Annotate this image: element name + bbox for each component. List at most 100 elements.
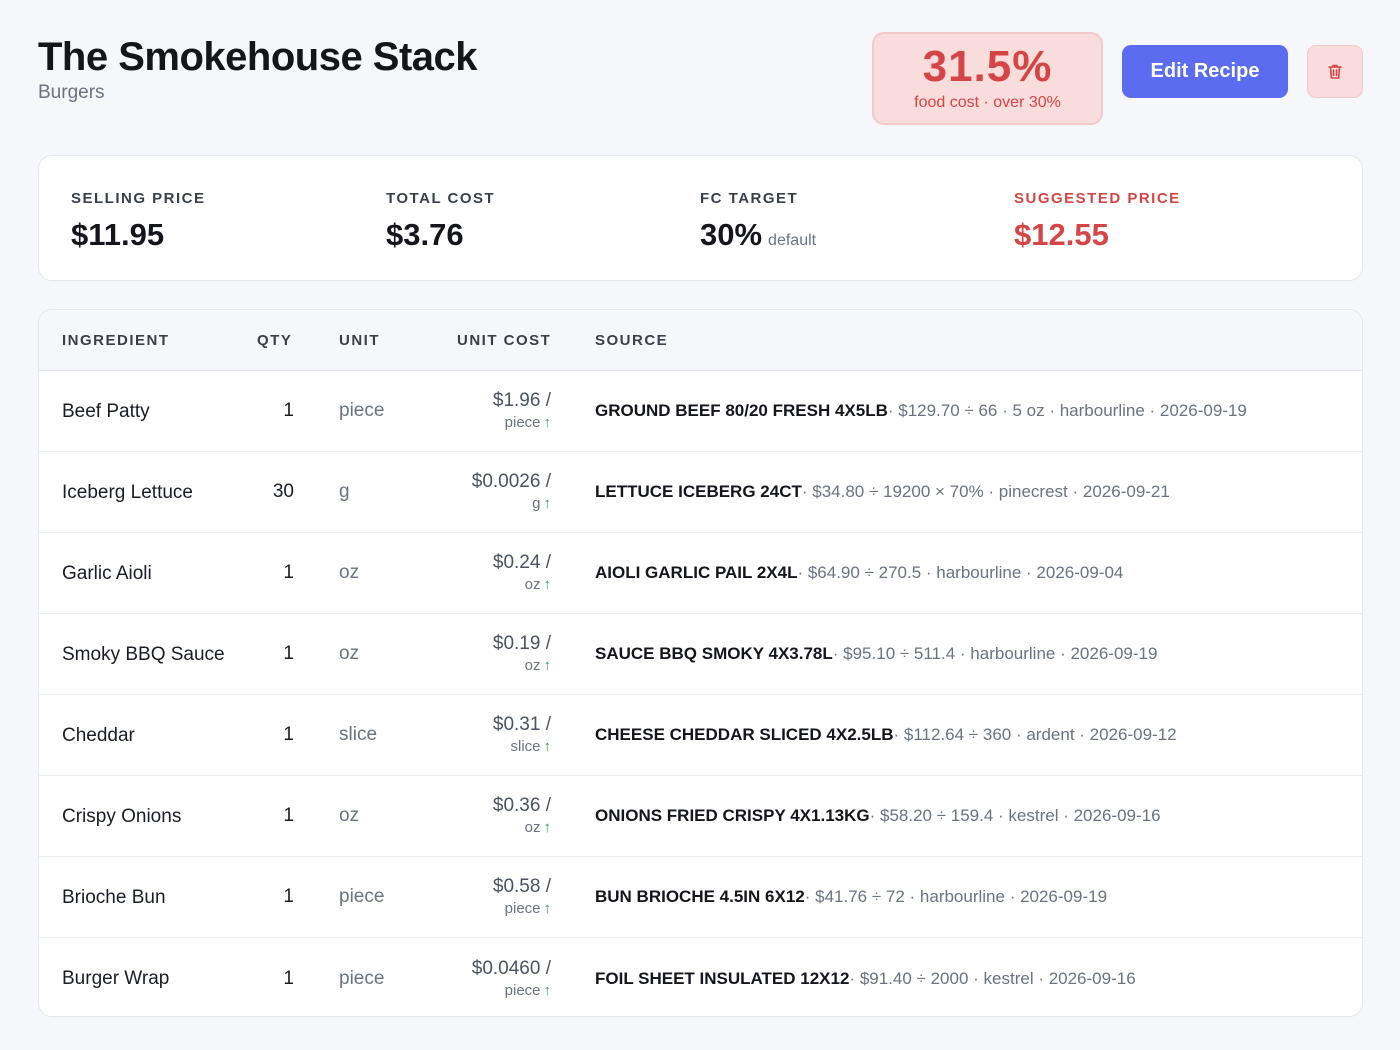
ingredient-source: FOIL SHEET INSULATED 12X12 · $91.40 ÷ 20… [595, 938, 1136, 1016]
recipe-header: The Smokehouse Stack Burgers [38, 34, 478, 104]
source-detail: · $129.70 ÷ 66 · 5 oz · harbourline · 20… [887, 401, 1247, 420]
unit-cost-value: $0.58 / [492, 876, 551, 897]
col-unit-cost: UNIT COST [457, 332, 552, 349]
col-source: SOURCE [595, 332, 669, 349]
table-row[interactable]: Brioche Bun 1 piece $0.58 /piece ↑ BUN BRIOCH… [39, 857, 1362, 938]
unit-cost-unit: slice [510, 738, 541, 755]
unit-cost: $0.0026 /g ↑ [419, 452, 551, 532]
suggested-price-value: $12.55 [1014, 217, 1109, 252]
trend-up-icon: ↑ [543, 738, 552, 755]
ingredient-qty: 1 [283, 724, 294, 745]
ingredient-name: Cheddar [62, 724, 135, 746]
table-row[interactable]: Cheddar 1 slice $0.31 /slice ↑ CHEESE CHEDDAR… [39, 695, 1362, 776]
unit-cost: $0.19 /oz ↑ [419, 614, 551, 694]
ingredient-source: CHEESE CHEDDAR SLICED 4X2.5LB · $112.64 … [595, 695, 1177, 775]
food-cost-value: 31.5% [922, 42, 1053, 91]
fc-target-label: FC TARGET [700, 190, 799, 207]
trend-up-icon: ↑ [543, 981, 552, 999]
fc-target-note: default [768, 232, 817, 249]
unit-cost-value: $0.24 / [492, 552, 551, 573]
ingredient-qty: 1 [283, 400, 294, 421]
unit-cost-unit-wrap: slice ↑ [510, 737, 551, 757]
ingredient-qty: 30 [272, 481, 294, 502]
unit-cost-unit-wrap: g ↑ [532, 494, 551, 514]
ingredient-source: SAUCE BBQ SMOKY 4X3.78L · $95.10 ÷ 511.4… [595, 614, 1157, 694]
table-row[interactable]: Garlic Aioli 1 oz $0.24 /oz ↑ AIOLI GARLIC PA… [39, 533, 1362, 614]
ingredient-unit: g [339, 481, 350, 502]
trend-up-icon: ↑ [543, 414, 552, 431]
fc-target-stat: FC TARGET 30% default [700, 190, 816, 259]
table-row[interactable]: Beef Patty 1 piece $1.96 /piece ↑ GROUND BEEF… [39, 371, 1362, 452]
source-product: SAUCE BBQ SMOKY 4X3.78L [595, 644, 833, 663]
fc-target-value: 30% [700, 217, 763, 252]
source-detail: · $41.76 ÷ 72 · harbourline · 2026-09-19 [804, 887, 1108, 906]
trend-up-icon: ↑ [543, 495, 552, 512]
unit-cost-unit: oz [524, 819, 541, 836]
selling-price-stat: SELLING PRICE $11.95 [71, 190, 206, 253]
total-cost-label: TOTAL COST [386, 190, 496, 207]
source-detail: · $112.64 ÷ 360 · ardent · 2026-09-12 [893, 725, 1177, 744]
food-cost-label: food cost · over 30% [914, 94, 1061, 111]
unit-cost-unit: oz [524, 576, 541, 593]
ingredient-unit: oz [339, 805, 360, 826]
unit-cost-unit-wrap: oz ↑ [525, 656, 551, 676]
ingredient-source: GROUND BEEF 80/20 FRESH 4X5LB · $129.70 … [595, 371, 1247, 451]
source-product: AIOLI GARLIC PAIL 2X4L [595, 563, 798, 582]
ingredient-name: Beef Patty [62, 400, 150, 422]
ingredient-name: Iceberg Lettuce [62, 481, 193, 503]
source-product: FOIL SHEET INSULATED 12X12 [595, 968, 850, 988]
ingredient-name: Crispy Onions [62, 805, 182, 827]
ingredient-source: ONIONS FRIED CRISPY 4X1.13KG · $58.20 ÷ … [595, 776, 1161, 856]
unit-cost: $1.96 /piece ↑ [419, 371, 551, 451]
unit-cost-unit-wrap: oz ↑ [525, 818, 551, 838]
table-row[interactable]: Iceberg Lettuce 30 g $0.0026 /g ↑ LETTUCE ICE… [39, 452, 1362, 533]
ingredient-unit: piece [339, 886, 385, 907]
unit-cost-unit: piece [504, 414, 541, 431]
table-row[interactable]: Smoky BBQ Sauce 1 oz $0.19 /oz ↑ SAUCE BBQ SM… [39, 614, 1362, 695]
source-detail: · $34.80 ÷ 19200 × 70% · pinecrest · 202… [801, 482, 1170, 501]
ingredient-qty: 1 [283, 805, 294, 826]
ingredient-unit: oz [339, 562, 360, 583]
unit-cost: $0.0460 /piece ↑ [419, 938, 551, 1016]
unit-cost: $0.31 /slice ↑ [419, 695, 551, 775]
source-product: ONIONS FRIED CRISPY 4X1.13KG [595, 806, 870, 825]
unit-cost-value: $0.0026 / [471, 471, 551, 492]
ingredient-name: Garlic Aioli [62, 562, 152, 584]
col-unit: UNIT [339, 332, 380, 349]
unit-cost-unit-wrap: oz ↑ [525, 575, 551, 595]
page-title: The Smokehouse Stack [38, 35, 478, 79]
ingredient-name: Burger Wrap [62, 968, 170, 989]
table-row[interactable]: Burger Wrap 1 piece $0.0460 /piece ↑ FOIL SHE… [39, 938, 1362, 1016]
unit-cost-value: $0.31 / [492, 714, 551, 735]
unit-cost-unit: g [532, 495, 541, 512]
selling-price-label: SELLING PRICE [71, 190, 206, 207]
cost-summary: SELLING PRICE $11.95 TOTAL COST $3.76 FC… [38, 155, 1363, 281]
ingredient-name: Brioche Bun [62, 886, 166, 908]
trend-up-icon: ↑ [543, 819, 552, 836]
source-product: CHEESE CHEDDAR SLICED 4X2.5LB [595, 725, 894, 744]
ingredient-name: Smoky BBQ Sauce [62, 643, 225, 665]
edit-recipe-button[interactable]: Edit Recipe [1122, 45, 1288, 98]
unit-cost: $0.36 /oz ↑ [419, 776, 551, 856]
ingredient-source: LETTUCE ICEBERG 24CT · $34.80 ÷ 19200 × … [595, 452, 1170, 532]
ingredients-table: INGREDIENT QTY UNIT UNIT COST SOURCE Bee… [38, 309, 1363, 1017]
unit-cost-unit-wrap: piece ↑ [505, 981, 551, 1001]
source-detail: · $91.40 ÷ 2000 · kestrel · 2026-09-16 [849, 968, 1136, 988]
source-detail: · $95.10 ÷ 511.4 · harbourline · 2026-09… [832, 644, 1158, 663]
col-ingredient: INGREDIENT [62, 332, 170, 349]
source-product: GROUND BEEF 80/20 FRESH 4X5LB [595, 401, 888, 420]
ingredient-qty: 1 [283, 967, 294, 989]
food-cost-badge: 31.5% food cost · over 30% [872, 32, 1103, 125]
selling-price-value: $11.95 [71, 217, 165, 252]
unit-cost-unit-wrap: piece ↑ [505, 413, 551, 433]
unit-cost-value: $0.19 / [492, 633, 551, 654]
suggested-price-stat: SUGGESTED PRICE $12.55 [1014, 190, 1181, 253]
table-header: INGREDIENT QTY UNIT UNIT COST SOURCE [39, 310, 1362, 371]
source-detail: · $58.20 ÷ 159.4 · kestrel · 2026-09-16 [869, 806, 1161, 825]
trend-up-icon: ↑ [543, 900, 552, 917]
table-row[interactable]: Crispy Onions 1 oz $0.36 /oz ↑ ONIONS FRIED C… [39, 776, 1362, 857]
suggested-price-label: SUGGESTED PRICE [1014, 190, 1181, 207]
source-product: BUN BRIOCHE 4.5IN 6X12 [595, 887, 805, 906]
delete-recipe-button[interactable] [1307, 45, 1363, 98]
ingredient-unit: piece [339, 967, 385, 989]
